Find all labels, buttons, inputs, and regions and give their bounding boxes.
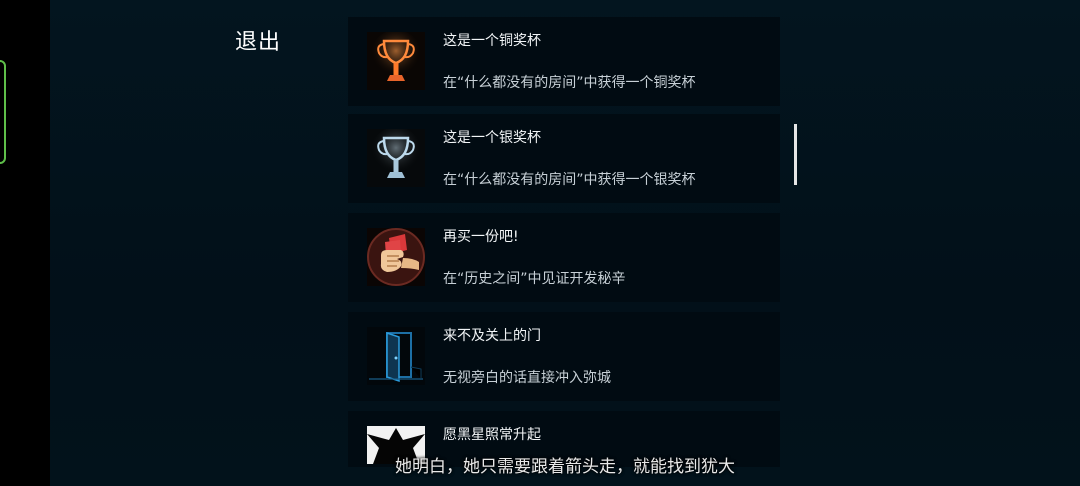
achievement-card[interactable]: 再买一份吧! 在“历史之间”中见证开发秘辛 bbox=[348, 213, 780, 302]
achievement-title: 再买一份吧! bbox=[443, 229, 519, 245]
money-fist-icon bbox=[367, 228, 425, 286]
achievement-card[interactable]: 来不及关上的门 无视旁白的话直接冲入弥城 bbox=[348, 312, 780, 401]
achievement-card[interactable]: 这是一个铜奖杯 在“什么都没有的房间”中获得一个铜奖杯 bbox=[348, 17, 780, 106]
achievement-title: 愿黑星照常升起 bbox=[443, 427, 541, 443]
list-scrollbar[interactable] bbox=[794, 124, 797, 185]
achievement-card[interactable]: 这是一个银奖杯 在“什么都没有的房间”中获得一个银奖杯 bbox=[348, 114, 780, 203]
bronze-trophy-icon bbox=[367, 30, 425, 90]
open-door-icon bbox=[367, 327, 425, 385]
left-black-strip bbox=[0, 0, 50, 486]
achievement-title: 这是一个银奖杯 bbox=[443, 130, 541, 146]
achievement-title: 这是一个铜奖杯 bbox=[443, 33, 541, 49]
achievement-description: 在“什么都没有的房间”中获得一个铜奖杯 bbox=[443, 75, 696, 91]
achievement-title: 来不及关上的门 bbox=[443, 328, 541, 344]
narration-subtitle: 她明白，她只需要跟着箭头走，就能找到犹大 bbox=[395, 457, 735, 477]
exit-button[interactable]: 退出 bbox=[235, 24, 281, 56]
achievement-description: 在“历史之间”中见证开发秘辛 bbox=[443, 271, 626, 287]
edge-pull-handle[interactable] bbox=[0, 60, 6, 164]
silver-trophy-icon bbox=[367, 127, 425, 187]
achievement-description: 无视旁白的话直接冲入弥城 bbox=[443, 370, 611, 386]
achievement-description: 在“什么都没有的房间”中获得一个银奖杯 bbox=[443, 172, 696, 188]
